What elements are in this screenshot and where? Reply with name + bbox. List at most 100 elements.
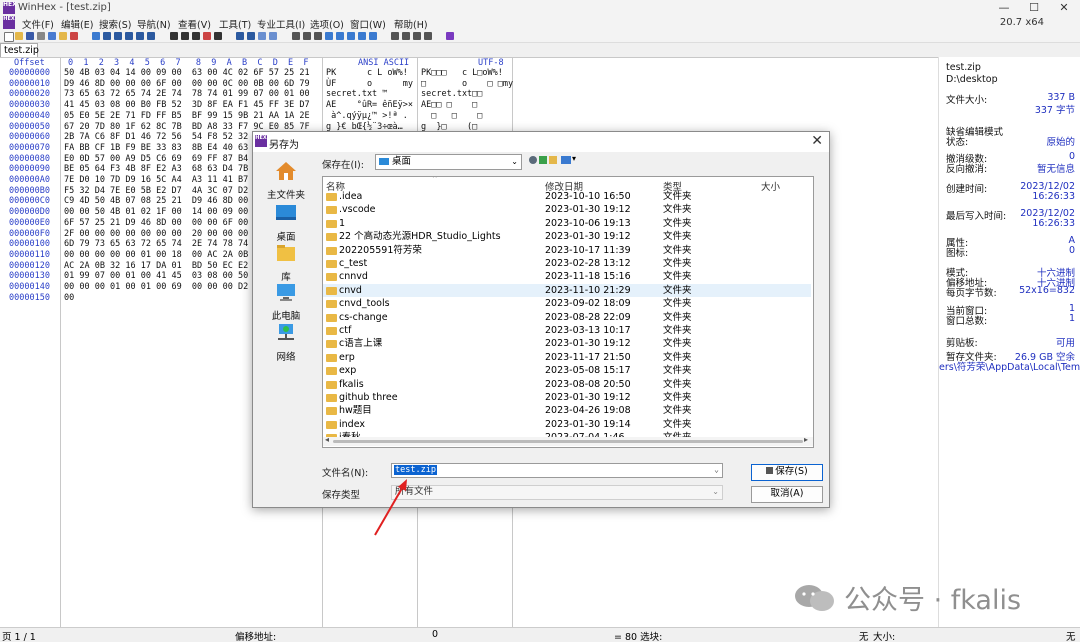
hex-mode-icon[interactable] bbox=[391, 32, 399, 40]
hex-offset[interactable]: 000000E0 bbox=[9, 218, 50, 229]
ansi-row[interactable]: secret.txt ™ bbox=[326, 89, 387, 100]
menu-help[interactable]: 帮助(H) bbox=[394, 17, 428, 31]
ansi-row[interactable]: AE °ûR= êñEÿ>× bbox=[326, 100, 413, 111]
menu-file[interactable]: 文件(F) bbox=[22, 17, 54, 31]
play-icon[interactable] bbox=[413, 32, 421, 40]
image-icon[interactable] bbox=[314, 32, 322, 40]
print-icon[interactable] bbox=[37, 32, 45, 40]
file-row[interactable]: cnvd_tools 2023-09-02 18:09 文件夹 bbox=[323, 297, 811, 310]
hex-bytes-row[interactable]: 6F 57 25 21 D9 46 8D 00 00 00 6F 00 bbox=[64, 218, 248, 229]
file-row[interactable]: c_test 2023-02-28 13:12 文件夹 bbox=[323, 257, 811, 270]
hex-bytes-row[interactable]: 2B 7A C6 8F D1 46 72 56 54 F8 52 32 bbox=[64, 132, 248, 143]
scroll-left-icon[interactable]: ◂ bbox=[325, 435, 329, 444]
file-row[interactable]: hw题目 2023-04-26 19:08 文件夹 bbox=[323, 404, 811, 417]
file-row[interactable]: exp 2023-05-08 15:17 文件夹 bbox=[323, 364, 811, 377]
menu-options[interactable]: 选项(O) bbox=[310, 17, 344, 31]
place-home[interactable]: 主文件夹 bbox=[258, 160, 314, 201]
menu-search[interactable]: 搜索(S) bbox=[99, 17, 131, 31]
file-row[interactable]: .vscode 2023-01-30 19:12 文件夹 bbox=[323, 203, 811, 216]
filetype-select[interactable]: 所有文件 ⌄ bbox=[391, 485, 723, 500]
hex-offset[interactable]: 000000D0 bbox=[9, 207, 50, 218]
find-hex-icon[interactable] bbox=[181, 32, 189, 40]
utf8-row[interactable]: secret.txt□□ bbox=[421, 89, 482, 100]
file-list[interactable]: 名称 ⌃ 修改日期 类型 大小 .idea 2023-10-10 16:50 文件夹… bbox=[322, 176, 814, 448]
place-this-pc[interactable]: 此电脑 bbox=[258, 281, 314, 322]
save-icon[interactable] bbox=[26, 32, 34, 40]
vertical-scrollbar[interactable] bbox=[813, 177, 814, 445]
back-nav-icon[interactable] bbox=[529, 156, 537, 164]
file-row[interactable]: 22 个高动态光源HDR_Studio_Lights 2023-01-30 19:… bbox=[323, 230, 811, 243]
hex-bytes-row[interactable]: 41 45 03 08 00 B0 FB 52 3D 8F EA F1 45 F… bbox=[64, 100, 310, 111]
replace-icon[interactable] bbox=[192, 32, 200, 40]
close-file-icon[interactable] bbox=[70, 32, 78, 40]
minimize-button[interactable]: — bbox=[990, 0, 1018, 16]
template-icon[interactable] bbox=[369, 32, 377, 40]
paste-write-icon[interactable] bbox=[147, 32, 155, 40]
save-in-select[interactable]: 桌面 ⌄ bbox=[375, 154, 522, 170]
hex-bytes-row[interactable]: 7E D0 10 7D D9 16 5C A4 A3 11 41 B7 bbox=[64, 175, 248, 186]
view-chevron-icon[interactable]: ▾ bbox=[572, 154, 576, 163]
menu-window[interactable]: 窗口(W) bbox=[350, 17, 386, 31]
view-menu-icon[interactable] bbox=[561, 156, 571, 164]
hex-offset[interactable]: 00000150 bbox=[9, 293, 50, 304]
hex-bytes-row[interactable]: 00 00 00 01 00 01 00 69 00 00 00 D2 bbox=[64, 282, 248, 293]
open-file-icon[interactable] bbox=[15, 32, 23, 40]
hex-offset[interactable]: 00000010 bbox=[9, 79, 50, 90]
hex-offset[interactable]: 00000090 bbox=[9, 164, 50, 175]
file-row[interactable]: fkalis 2023-08-08 20:50 文件夹 bbox=[323, 378, 811, 391]
filename-chevron-icon[interactable]: ⌄ bbox=[714, 464, 719, 476]
hex-bytes-row[interactable]: AC 2A 0B 32 16 17 DA 01 BD 50 EC E2 bbox=[64, 261, 248, 272]
dialog-close-button[interactable]: ✕ bbox=[811, 133, 823, 149]
menu-edit[interactable]: 编辑(E) bbox=[61, 17, 93, 31]
file-row[interactable]: cs-change 2023-08-28 22:09 文件夹 bbox=[323, 311, 811, 324]
scroll-right-icon[interactable]: ▸ bbox=[804, 435, 808, 444]
hex-bytes-row[interactable]: FA BB CF 1B F9 BE 33 83 8B E4 40 63 bbox=[64, 143, 248, 154]
hex-bytes-row[interactable]: 2F 00 00 00 00 00 00 00 20 00 00 00 bbox=[64, 229, 248, 240]
hex-offset[interactable]: 00000100 bbox=[9, 239, 50, 250]
filetype-chevron-icon[interactable]: ⌄ bbox=[712, 486, 719, 498]
hex-bytes-row[interactable]: BE 05 64 F3 4B 8F E2 A3 68 63 D4 7B bbox=[64, 164, 248, 175]
file-row[interactable]: erp 2023-11-17 21:50 文件夹 bbox=[323, 351, 811, 364]
hex-offset[interactable]: 00000080 bbox=[9, 154, 50, 165]
hex-bytes-row[interactable]: D9 46 8D 00 00 00 6F 00 00 00 0C 00 0B 0… bbox=[64, 79, 310, 90]
hex-offset[interactable]: 00000140 bbox=[9, 282, 50, 293]
text-mode-icon[interactable] bbox=[402, 32, 410, 40]
hex-bytes-row[interactable]: 00 00 50 4B 01 02 1F 00 14 00 09 00 bbox=[64, 207, 248, 218]
help-icon[interactable] bbox=[446, 32, 454, 40]
file-row[interactable]: ctf 2023-03-13 10:17 文件夹 bbox=[323, 324, 811, 337]
hex-offset[interactable]: 00000110 bbox=[9, 250, 50, 261]
tab-test-zip[interactable]: test.zip bbox=[0, 43, 39, 57]
hex-offset[interactable]: 00000030 bbox=[9, 100, 50, 111]
utf8-row[interactable]: AE□□ □ □ bbox=[421, 100, 477, 111]
utf8-row[interactable]: □ □ □ bbox=[421, 111, 482, 122]
hex-offset[interactable]: 00000040 bbox=[9, 111, 50, 122]
menu-view[interactable]: 查看(V) bbox=[178, 17, 211, 31]
replace-hex-icon[interactable] bbox=[214, 32, 222, 40]
back-icon[interactable] bbox=[258, 32, 266, 40]
open-folder-icon[interactable] bbox=[59, 32, 67, 40]
menu-navigate[interactable]: 导航(N) bbox=[137, 17, 171, 31]
properties-icon[interactable] bbox=[48, 32, 56, 40]
paste-icon[interactable] bbox=[125, 32, 133, 40]
forward-icon[interactable] bbox=[269, 32, 277, 40]
file-row[interactable]: cnvd 2023-11-10 21:29 文件夹 bbox=[323, 283, 811, 298]
hex-offset[interactable]: 000000C0 bbox=[9, 196, 50, 207]
goto-sector-icon[interactable] bbox=[247, 32, 255, 40]
ansi-row[interactable]: PK c L oW%! bbox=[326, 68, 408, 79]
new-file-icon[interactable] bbox=[4, 32, 14, 42]
cancel-button[interactable]: 取消(A) bbox=[751, 486, 823, 503]
ansi-row[interactable]: à^.qýÿµ¿™ >!ª . bbox=[326, 111, 408, 122]
calculator-icon[interactable] bbox=[325, 32, 333, 40]
hex-offset[interactable]: 00000020 bbox=[9, 89, 50, 100]
hash-icon[interactable] bbox=[336, 32, 344, 40]
file-row[interactable]: github three 2023-01-30 19:12 文件夹 bbox=[323, 391, 811, 404]
find-icon[interactable] bbox=[170, 32, 178, 40]
place-desktop[interactable]: 桌面 bbox=[258, 202, 314, 243]
menu-tools[interactable]: 工具(T) bbox=[219, 17, 251, 31]
hex-offset[interactable]: 00000060 bbox=[9, 132, 50, 143]
filename-input[interactable]: test.zip ⌄ bbox=[391, 463, 723, 478]
hex-bytes-row[interactable]: 05 E0 5E 2E 71 FD FF B5 BF 99 15 9B 21 A… bbox=[64, 111, 310, 122]
hex-bytes-row[interactable]: 73 65 63 72 65 74 2E 74 78 74 01 99 07 0… bbox=[64, 89, 310, 100]
up-folder-icon[interactable] bbox=[539, 156, 547, 164]
hex-bytes-row[interactable]: E0 0D 57 00 A9 D5 C6 69 69 FF 87 B4 bbox=[64, 154, 248, 165]
